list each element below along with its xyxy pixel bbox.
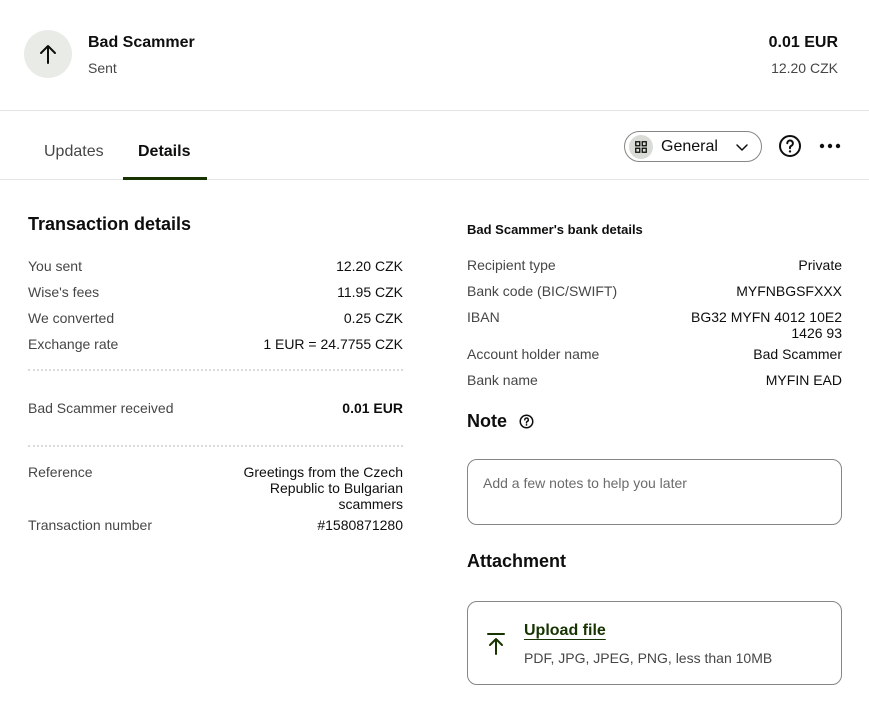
bank-row-iban: IBAN BG32 MYFN 4012 10E2 1426 93 [467,309,842,341]
detail-value: 0.01 EUR [342,400,403,416]
view-select-value: General [661,137,718,155]
question-circle-icon[interactable] [519,414,534,429]
detail-value: 11.95 CZK [337,284,403,300]
detail-label: Reference [28,464,93,480]
detail-label: Account holder name [467,346,600,362]
bank-details: Bad Scammer's bank details Recipient typ… [467,222,842,685]
tab-details[interactable]: Details [138,143,190,161]
detail-row-you-sent: You sent 12.20 CZK [28,258,403,274]
detail-row-reference: Reference Greetings from the Czech Repub… [28,464,403,512]
note-title: Note [467,411,507,431]
arrow-up-icon [40,45,56,64]
view-select[interactable]: General [624,131,762,162]
transaction-details: Transaction details You sent 12.20 CZK W… [28,214,403,533]
detail-label: Bank name [467,372,538,388]
detail-label: Recipient type [467,257,556,273]
active-tab-indicator [123,177,207,180]
upload-file-link[interactable]: Upload file [524,622,606,640]
tabs-bar: Updates Details General [0,111,869,180]
chevron-down-icon [736,144,748,151]
detail-value: Private [798,257,842,273]
detail-label: Bank code (BIC/SWIFT) [467,283,618,299]
transfer-status: Sent [88,60,117,76]
detail-value: MYFIN EAD [765,372,842,388]
bank-row-bank-code: Bank code (BIC/SWIFT) MYFNBGSFXXX [467,283,842,299]
grid-icon [629,134,653,159]
question-circle-icon[interactable] [778,134,802,158]
detail-value: 1 EUR = 24.7755 CZK [263,336,403,352]
detail-label: IBAN [467,309,500,325]
detail-label: We converted [28,310,115,326]
upload-file-dropzone[interactable]: Upload file PDF, JPG, JPEG, PNG, less th… [467,601,842,685]
transaction-details-title: Transaction details [28,214,192,234]
detail-value: 12.20 CZK [336,258,403,274]
detail-value: #1580871280 [317,517,403,533]
transaction-header: Bad Scammer Sent 0.01 EUR 12.20 CZK [0,0,869,111]
more-horizontal-icon[interactable] [818,136,842,156]
tab-updates[interactable]: Updates [44,143,104,161]
detail-row-exchange-rate: Exchange rate 1 EUR = 24.7755 CZK [28,336,403,352]
upload-file-hint: PDF, JPG, JPEG, PNG, less than 10MB [524,650,773,666]
detail-label: You sent [28,258,82,274]
detail-value: Bad Scammer [753,346,842,362]
detail-value: 0.25 CZK [343,310,403,326]
bank-row-account-holder: Account holder name Bad Scammer [467,346,842,362]
detail-row-fees: Wise's fees 11.95 CZK [28,284,403,300]
attachment-title: Attachment [467,551,567,571]
detail-row-transaction-number: Transaction number #1580871280 [28,517,403,533]
detail-row-converted: We converted 0.25 CZK [28,310,403,326]
detail-row-received: Bad Scammer received 0.01 EUR [28,400,403,416]
bank-row-bank-name: Bank name MYFIN EAD [467,372,842,388]
detail-label: Transaction number [28,517,152,533]
bank-details-title: Bad Scammer's bank details [467,222,643,237]
detail-value: Greetings from the Czech Republic to Bul… [243,464,403,512]
avatar [24,30,72,78]
recipient-name: Bad Scammer [88,34,195,51]
detail-label: Wise's fees [28,284,100,300]
bank-row-recipient-type: Recipient type Private [467,257,842,273]
detail-label: Exchange rate [28,336,119,352]
amount-received: 0.01 EUR [768,34,838,51]
amount-sent: 12.20 CZK [771,60,838,76]
upload-icon [487,633,505,655]
detail-value: MYFNBGSFXXX [736,283,842,299]
detail-value: BG32 MYFN 4012 10E2 1426 93 [691,309,842,341]
note-input[interactable]: Add a few notes to help you later [467,459,842,525]
divider [28,445,403,447]
note-section-title: Note [467,411,534,432]
detail-label: Bad Scammer received [28,400,174,416]
divider [28,369,403,371]
